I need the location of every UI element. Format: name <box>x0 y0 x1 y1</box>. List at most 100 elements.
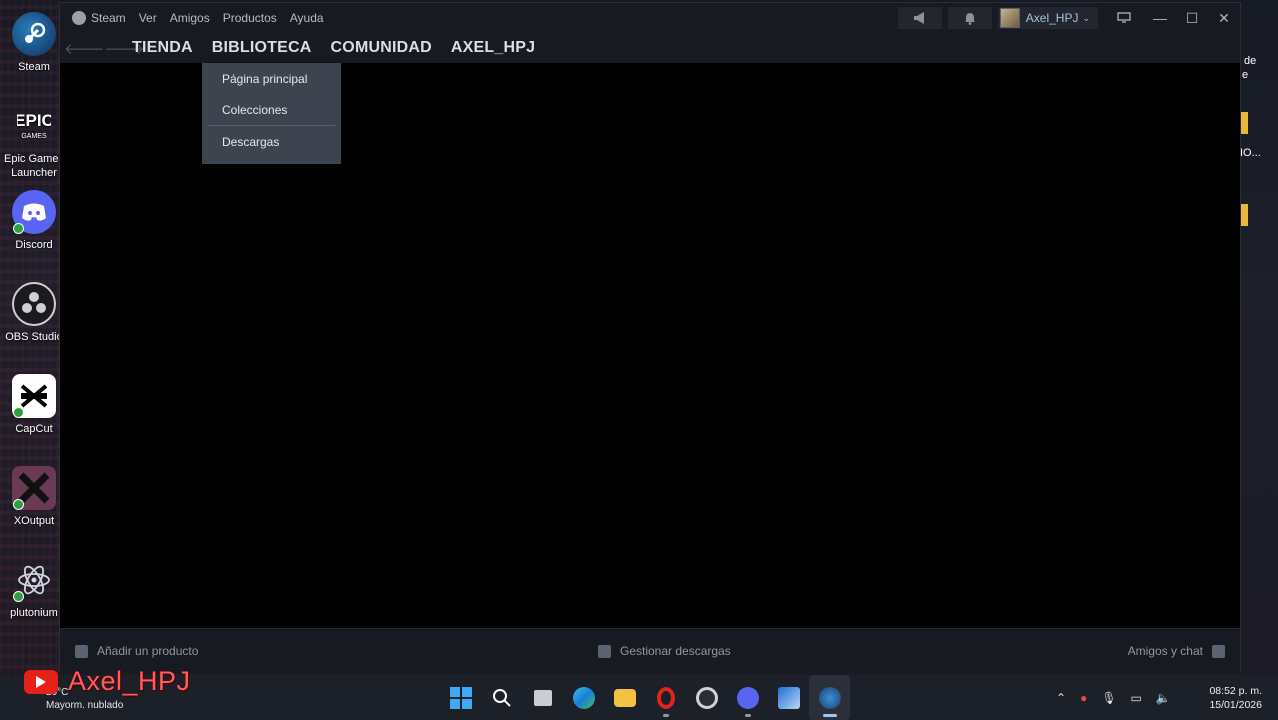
tab-profile[interactable]: AXEL_HPJ <box>451 39 535 57</box>
menu-steam[interactable]: Steam <box>72 11 126 25</box>
wifi-icon[interactable]: ▭ <box>1131 691 1142 705</box>
friends-chat-label: Amigos y chat <box>1127 644 1203 658</box>
desktop-icon-label: Steam <box>18 61 50 73</box>
steam-navbar: 🡐 🡒 TIENDA BIBLIOTECA COMUNIDAD AXEL_HPJ <box>60 33 1240 63</box>
desktop-icon-epic[interactable]: EPIC GAMES Epic Games Launcher <box>0 104 68 180</box>
desktop-icon-discord[interactable]: Discord <box>0 190 68 252</box>
download-icon <box>598 644 611 658</box>
taskbar-clock[interactable]: 08:52 p. m. 15/01/2026 <box>1198 684 1262 712</box>
menu-productos[interactable]: Productos <box>223 11 277 25</box>
desktop-icon-label: plutonium <box>10 607 58 619</box>
chrome-icon[interactable] <box>686 675 727 720</box>
avatar <box>999 8 1020 28</box>
add-product-label: Añadir un producto <box>97 644 199 658</box>
menu-ver[interactable]: Ver <box>139 11 157 25</box>
monitor-icon <box>1117 12 1131 23</box>
manage-downloads-label: Gestionar descargas <box>620 644 731 658</box>
history-arrows: 🡐 🡒 <box>60 39 144 58</box>
megaphone-icon <box>913 12 924 24</box>
steam-icon <box>12 12 56 56</box>
volume-icon[interactable]: 🔈 <box>1156 691 1171 705</box>
menu-label: Steam <box>91 11 126 25</box>
titlebar-controls: Axel_HPJ ⌄ — ☐ ✕ <box>897 3 1240 33</box>
steam-titlebar: Steam Ver Amigos Productos Ayuda Axel_HP… <box>60 3 1240 33</box>
svg-text:EPIC: EPIC <box>17 111 51 130</box>
notifications-button[interactable] <box>947 7 992 29</box>
desktop-icon-label: CapCut <box>15 423 53 435</box>
status-check-icon <box>13 591 24 602</box>
maximize-icon: ☐ <box>1185 9 1199 26</box>
minimize-button[interactable]: — <box>1144 10 1176 26</box>
announcements-button[interactable] <box>897 7 942 29</box>
biblioteca-dropdown: Página principal Colecciones Descargas <box>202 63 341 164</box>
taskbar-apps <box>440 675 850 720</box>
back-arrow-icon[interactable]: 🡐 <box>64 39 104 58</box>
desktop-icon-capcut[interactable]: CapCut <box>0 374 68 436</box>
close-button[interactable]: ✕ <box>1208 10 1240 27</box>
weather-desc: Mayorm. nublado <box>46 700 124 711</box>
task-view-icon[interactable] <box>522 675 563 720</box>
desktop-icon-obs[interactable]: OBS Studio <box>0 282 68 344</box>
tab-comunidad[interactable]: COMUNIDAD <box>331 39 432 57</box>
obs-icon <box>12 282 56 326</box>
running-indicator <box>662 714 669 717</box>
rocket-league-icon[interactable] <box>768 675 809 720</box>
channel-watermark: Axel_HPJ <box>24 666 191 697</box>
desktop-icon-steam[interactable]: Steam <box>0 12 68 74</box>
desktop-right-label: e <box>1242 69 1249 81</box>
desktop-icon-label: Epic Games Launcher <box>4 153 64 179</box>
desktop-icon-plutonium[interactable]: plutonium <box>0 558 68 620</box>
active-indicator <box>822 714 837 717</box>
bell-icon <box>964 12 975 25</box>
epic-games-icon: EPIC GAMES <box>12 104 56 148</box>
steam-bottom-bar: Añadir un producto Gestionar descargas A… <box>60 628 1240 673</box>
menu-amigos[interactable]: Amigos <box>170 11 210 25</box>
dropdown-item-descargas[interactable]: Descargas <box>202 126 341 157</box>
search-icon[interactable] <box>481 675 522 720</box>
dropdown-item-pagina-principal[interactable]: Página principal <box>202 63 341 94</box>
discord-icon[interactable] <box>727 675 768 720</box>
steam-window: Steam Ver Amigos Productos Ayuda Axel_HP… <box>59 2 1241 673</box>
microphone-icon[interactable]: 🎙 <box>1101 691 1116 705</box>
windows-start-icon[interactable] <box>440 675 481 720</box>
chevron-up-icon[interactable]: ⌃ <box>1056 691 1066 705</box>
user-menu-button[interactable]: Axel_HPJ ⌄ <box>997 7 1098 29</box>
close-icon: ✕ <box>1218 9 1230 26</box>
friends-chat-button[interactable]: Amigos y chat <box>1128 644 1225 658</box>
clock-date: 15/01/2026 <box>1209 699 1262 711</box>
steam-icon[interactable] <box>809 675 850 720</box>
manage-downloads-button[interactable]: Gestionar descargas <box>598 644 731 658</box>
dropdown-item-colecciones[interactable]: Colecciones <box>202 94 341 125</box>
desktop-right-label: de <box>1244 55 1257 67</box>
desktop-icon-label: Discord <box>15 239 53 251</box>
windows-taskbar: 20°C Mayorm. nublado ⌃ ● 🎙 ▭ 🔈 08:52 p. … <box>0 675 1278 720</box>
plus-icon <box>75 644 88 658</box>
desktop-icon-label: OBS Studio <box>5 331 63 343</box>
tab-tienda[interactable]: TIENDA <box>132 39 193 57</box>
youtube-icon <box>24 669 58 694</box>
steam-logo-icon <box>72 11 86 25</box>
folder-icon[interactable] <box>1240 204 1248 226</box>
opera-icon[interactable] <box>645 675 686 720</box>
chevron-down-icon: ⌄ <box>1082 12 1090 23</box>
folder-icon[interactable] <box>1240 112 1248 134</box>
clock-time: 08:52 p. m. <box>1209 685 1262 697</box>
add-product-button[interactable]: Añadir un producto <box>75 644 198 658</box>
svg-text:GAMES: GAMES <box>21 133 47 140</box>
edge-icon[interactable] <box>563 675 604 720</box>
desktop-icon-label: XOutput <box>13 515 55 527</box>
username: Axel_HPJ <box>1025 11 1079 25</box>
minimize-icon: — <box>1153 10 1167 26</box>
file-explorer-icon[interactable] <box>604 675 645 720</box>
desktop-right-label: IO... <box>1240 147 1261 159</box>
menu-ayuda[interactable]: Ayuda <box>290 11 324 25</box>
maximize-button[interactable]: ☐ <box>1176 10 1208 27</box>
network-warning-icon[interactable]: ● <box>1080 691 1087 705</box>
status-check-icon <box>13 499 24 510</box>
status-check-icon <box>13 407 24 418</box>
big-picture-button[interactable] <box>1104 10 1144 26</box>
tab-biblioteca[interactable]: BIBLIOTECA <box>212 39 312 57</box>
desktop-icon-xoutput[interactable]: XOutput <box>0 466 68 528</box>
status-check-icon <box>13 223 24 234</box>
running-indicator <box>744 714 751 717</box>
